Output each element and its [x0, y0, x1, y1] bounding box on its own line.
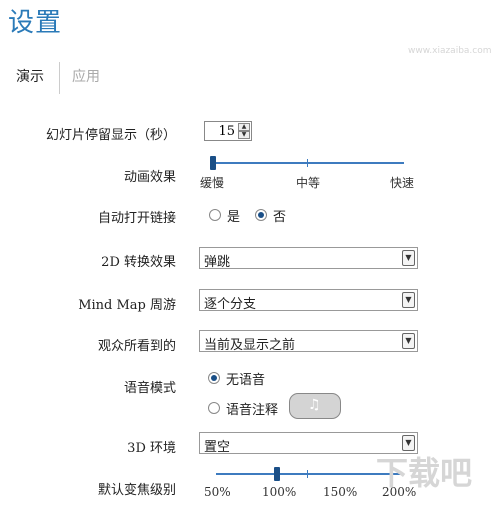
env-3d-label: 3D 环境 [127, 441, 176, 456]
animation-tick-medium: 中等 [296, 176, 321, 190]
zoom-slider-track[interactable] [216, 473, 402, 475]
zoom-label: 默认变焦级别 [97, 483, 176, 498]
env-3d-value: 置空 [204, 440, 231, 455]
transition-2d-label: 2D 转换效果 [101, 255, 176, 270]
zoom-tick-150: 150% [323, 485, 358, 499]
animation-tick-fast: 快速 [390, 176, 415, 190]
audience-view-value: 当前及显示之前 [204, 338, 296, 353]
slide-duration-label: 幻灯片停留显示（秒） [45, 128, 176, 143]
audience-view-label: 观众所看到的 [97, 339, 176, 354]
tab-presentation[interactable]: 演示 [16, 66, 44, 86]
tab-divider [59, 62, 60, 94]
zoom-tick-50: 50% [204, 485, 231, 499]
page-title: 设置 [8, 8, 63, 38]
watermark-logo: 下载吧 [376, 454, 473, 492]
animation-tick-slow: 缓慢 [200, 176, 225, 190]
chevron-down-icon: ▼ [402, 333, 415, 349]
voice-mode-label: 语音模式 [123, 381, 176, 396]
zoom-tick [307, 470, 308, 478]
animation-slider-thumb[interactable] [210, 156, 216, 170]
animation-label: 动画效果 [123, 170, 176, 185]
chevron-down-icon: ▼ [402, 292, 415, 308]
auto-open-yes-radio[interactable] [209, 209, 221, 221]
stepper-up-button[interactable]: ▲ [238, 123, 250, 131]
no-voice-label: 无语音 [226, 373, 266, 388]
slide-duration-stepper[interactable]: 15 ▲ ▼ [204, 121, 252, 141]
voice-note-label: 语音注释 [226, 403, 279, 418]
transition-2d-value: 弹跳 [204, 255, 231, 270]
music-note-icon: ♫ [308, 397, 321, 413]
record-voice-button[interactable]: ♫ [289, 393, 341, 419]
mindmap-tour-label: Mind Map 周游 [78, 298, 176, 313]
zoom-tick-100: 100% [262, 485, 297, 499]
animation-tick [307, 159, 308, 167]
animation-slider-track[interactable] [212, 162, 404, 164]
voice-note-radio[interactable] [208, 402, 220, 414]
no-voice-radio[interactable] [208, 372, 220, 384]
auto-open-links-label: 自动打开链接 [97, 211, 176, 226]
auto-open-no-label: 否 [273, 210, 287, 225]
mindmap-tour-value: 逐个分支 [204, 297, 257, 312]
zoom-slider-thumb[interactable] [274, 467, 280, 481]
transition-2d-select[interactable]: 弹跳 ▼ [199, 247, 418, 270]
chevron-down-icon: ▼ [402, 250, 415, 266]
auto-open-yes-label: 是 [227, 210, 241, 225]
audience-view-select[interactable]: 当前及显示之前 ▼ [199, 330, 418, 353]
watermark-url: www.xiazaiba.com [408, 46, 492, 56]
slide-duration-value: 15 [218, 124, 235, 139]
auto-open-no-radio[interactable] [255, 209, 267, 221]
tab-application[interactable]: 应用 [72, 66, 100, 86]
mindmap-tour-select[interactable]: 逐个分支 ▼ [199, 289, 418, 312]
stepper-down-button[interactable]: ▼ [238, 131, 250, 139]
